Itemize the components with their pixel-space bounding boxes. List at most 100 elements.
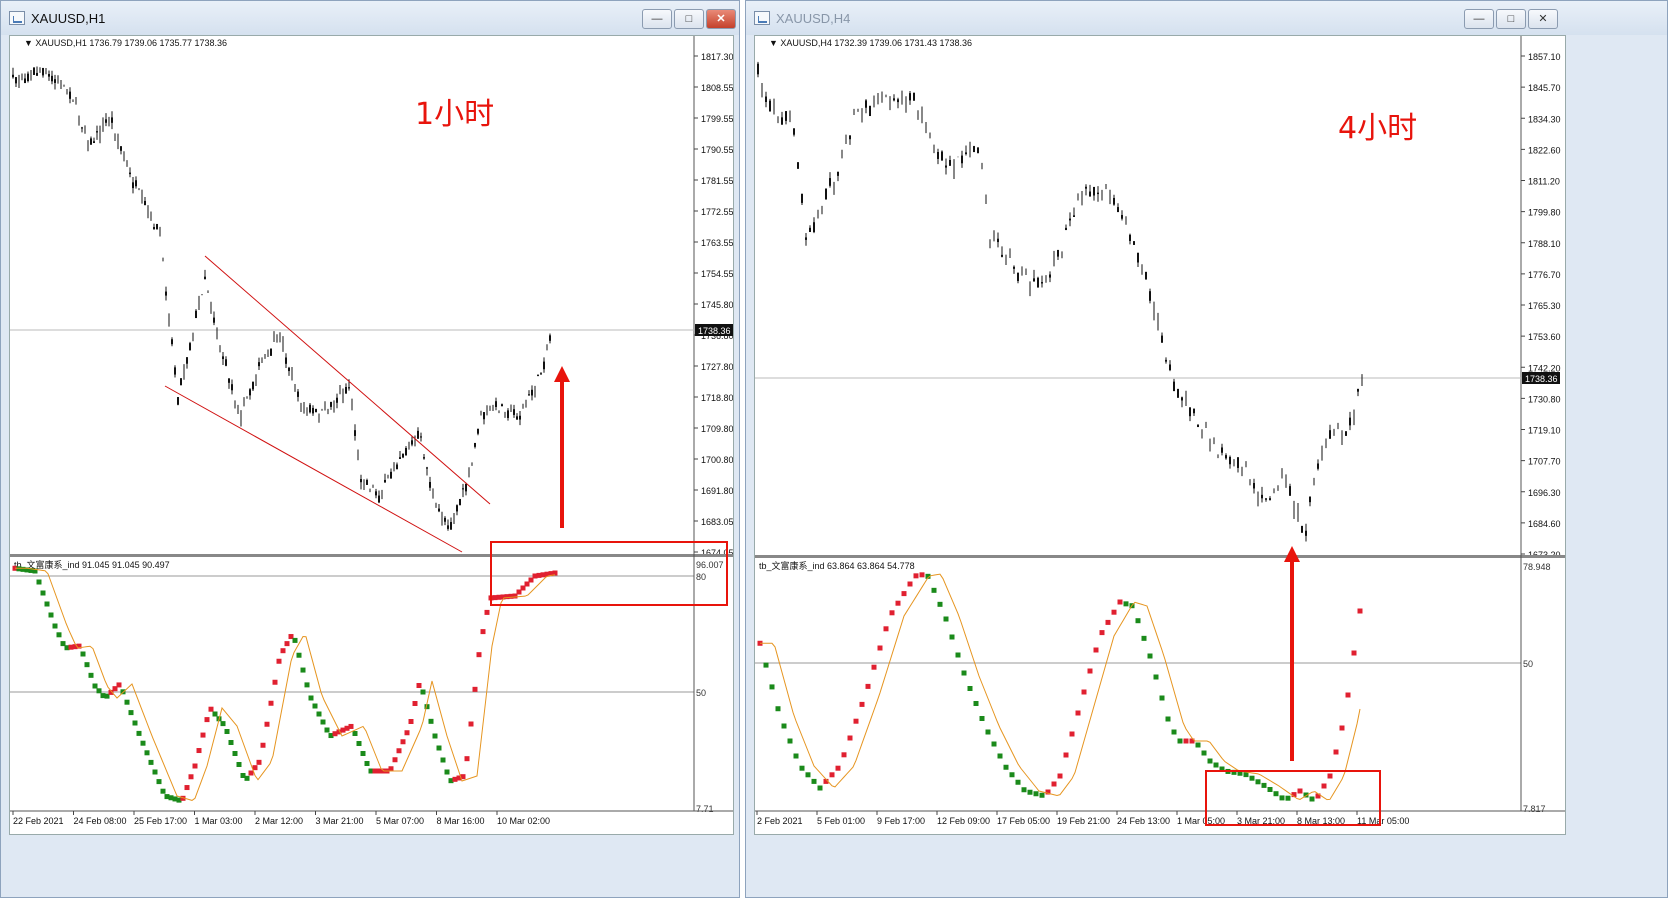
candle-body bbox=[27, 73, 29, 82]
chart-window-h4[interactable]: XAUUSD,H4 — □ ✕ ▼ XAUUSD,H4 1732.39 1739… bbox=[745, 0, 1668, 898]
candle-body bbox=[809, 227, 811, 233]
candle-body bbox=[459, 498, 461, 506]
indicator-dot bbox=[1003, 764, 1009, 770]
indicator-dot bbox=[1099, 630, 1105, 636]
panel-separator[interactable] bbox=[10, 554, 733, 557]
candle-body bbox=[15, 77, 17, 84]
indicator-dot bbox=[1087, 668, 1093, 674]
candle-body bbox=[411, 440, 413, 445]
time-tick-label: 22 Feb 2021 bbox=[13, 816, 64, 826]
candle-body bbox=[769, 100, 771, 112]
candle-body bbox=[1145, 271, 1147, 280]
indicator-label: tb_文富康系_ind 91.045 91.045 90.497 bbox=[14, 559, 170, 570]
price-tick-label: 1696.30 bbox=[1528, 488, 1561, 498]
candle-body bbox=[1229, 456, 1231, 465]
indicator-tick-label: 7.71 bbox=[696, 804, 714, 814]
price-tick-label: 1799.80 bbox=[1528, 208, 1561, 218]
candle-body bbox=[1357, 389, 1359, 392]
candle-body bbox=[429, 481, 431, 488]
indicator-dot bbox=[436, 745, 442, 751]
indicator-dot bbox=[769, 684, 775, 690]
maximize-button[interactable]: □ bbox=[674, 9, 704, 29]
candle-body bbox=[1329, 430, 1331, 439]
indicator-dot bbox=[296, 652, 302, 658]
time-tick-label: 2 Feb 2021 bbox=[757, 816, 803, 826]
candle-body bbox=[258, 362, 260, 367]
candle-body bbox=[973, 146, 975, 153]
symbol-info: ▼ XAUUSD,H1 1736.79 1739.06 1735.77 1738… bbox=[24, 38, 227, 48]
title-bar[interactable]: XAUUSD,H1 — □ ✕ bbox=[1, 1, 739, 35]
candle-body bbox=[456, 505, 458, 512]
time-tick-label: 25 Feb 17:00 bbox=[134, 816, 187, 826]
candle-body bbox=[171, 339, 173, 345]
candle-body bbox=[977, 147, 979, 154]
indicator-dot bbox=[1177, 738, 1183, 744]
indicator-dot bbox=[1141, 635, 1147, 641]
indicator-dot bbox=[248, 770, 254, 776]
candle-body bbox=[537, 374, 539, 376]
indicator-dot bbox=[124, 699, 130, 705]
indicator-dot bbox=[811, 778, 817, 784]
indicator-dot bbox=[160, 788, 166, 794]
price-tick-label: 1811.20 bbox=[1528, 177, 1560, 187]
indicator-dot bbox=[484, 609, 490, 615]
indicator-dot bbox=[56, 632, 62, 638]
price-tick-label: 1763.55 bbox=[701, 238, 733, 248]
candle-body bbox=[1113, 197, 1115, 205]
price-tick-label: 1834.30 bbox=[1528, 114, 1561, 124]
indicator-dot bbox=[913, 573, 919, 579]
candle-body bbox=[1097, 192, 1099, 195]
candle-body bbox=[438, 508, 440, 512]
candle-body bbox=[1177, 388, 1179, 398]
candle-body bbox=[93, 141, 95, 144]
indicator-dot bbox=[853, 718, 859, 724]
indicator-dot bbox=[1279, 795, 1285, 801]
candle-body bbox=[444, 517, 446, 522]
indicator-dot bbox=[1255, 779, 1261, 785]
minimize-button[interactable]: — bbox=[1464, 9, 1494, 29]
title-bar[interactable]: XAUUSD,H4 — □ ✕ bbox=[746, 1, 1667, 35]
candle-body bbox=[186, 357, 188, 364]
indicator-dot bbox=[1015, 779, 1021, 785]
price-tick-label: 1799.55 bbox=[701, 114, 733, 124]
candle-body bbox=[336, 397, 338, 403]
candle-body bbox=[288, 367, 290, 372]
candle-body bbox=[1165, 359, 1167, 362]
indicator-dot bbox=[480, 629, 486, 635]
indicator-dot bbox=[775, 706, 781, 712]
candle-body bbox=[312, 407, 314, 414]
price-tick-label: 1845.70 bbox=[1528, 83, 1561, 93]
panel-separator[interactable] bbox=[755, 555, 1565, 558]
time-tick-label: 24 Feb 13:00 bbox=[1117, 816, 1170, 826]
indicator-dot bbox=[871, 664, 877, 670]
indicator-dot bbox=[428, 718, 434, 724]
indicator-dot bbox=[140, 740, 146, 746]
chart-window-h1[interactable]: XAUUSD,H1 — □ ✕ ▼ XAUUSD,H1 1736.79 1739… bbox=[0, 0, 740, 898]
close-button[interactable]: ✕ bbox=[706, 9, 736, 29]
candle-body bbox=[501, 404, 503, 407]
close-button[interactable]: ✕ bbox=[1528, 9, 1558, 29]
indicator-dot bbox=[476, 652, 482, 658]
chart-area[interactable]: ▼ XAUUSD,H1 1736.79 1739.06 1735.77 1738… bbox=[9, 35, 734, 835]
indicator-tick-label: 50 bbox=[696, 688, 706, 698]
candle-body bbox=[51, 75, 53, 82]
price-tick-label: 1776.70 bbox=[1528, 270, 1561, 280]
indicator-dot bbox=[468, 721, 474, 727]
candle-body bbox=[1221, 447, 1223, 453]
timeframe-annotation: 1小时 bbox=[415, 97, 494, 132]
maximize-button[interactable]: □ bbox=[1496, 9, 1526, 29]
indicator-dot bbox=[979, 716, 985, 721]
indicator-dot bbox=[1021, 787, 1027, 793]
price-tick-label: 1700.80 bbox=[701, 455, 733, 465]
candle-body bbox=[785, 111, 787, 121]
candle-body bbox=[132, 182, 134, 189]
indicator-dot bbox=[949, 634, 955, 640]
indicator-dot bbox=[420, 689, 426, 695]
indicator-dot bbox=[1093, 647, 1099, 653]
candle-body bbox=[189, 343, 191, 351]
time-tick-label: 12 Feb 09:00 bbox=[937, 816, 990, 826]
minimize-button[interactable]: — bbox=[642, 9, 672, 29]
indicator-dot bbox=[1105, 619, 1111, 625]
candle-body bbox=[805, 237, 807, 240]
chart-area[interactable]: ▼ XAUUSD,H4 1732.39 1739.06 1731.43 1738… bbox=[754, 35, 1566, 835]
